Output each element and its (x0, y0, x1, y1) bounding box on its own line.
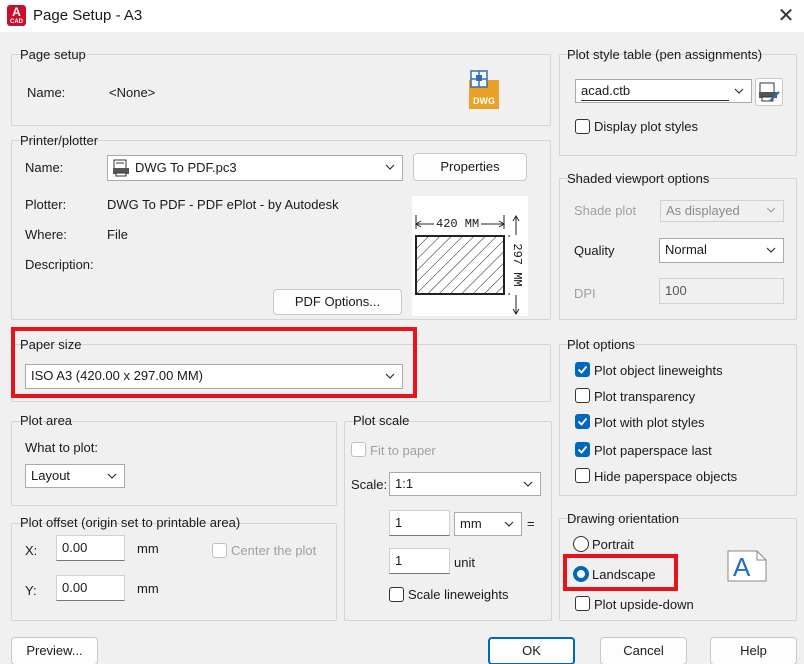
center-plot-label: Center the plot (231, 543, 317, 558)
landscape-highlight (563, 554, 678, 591)
help-button[interactable]: Help (710, 637, 797, 664)
page-setup-name-label: Name: (27, 85, 66, 100)
scale-equals: = (527, 516, 535, 531)
cancel-button[interactable]: Cancel (600, 637, 687, 664)
plot-style-value: acad.ctb (581, 82, 729, 101)
offset-x-label: X: (25, 543, 38, 558)
display-plot-styles-checkbox[interactable] (575, 119, 590, 134)
plotter-value: DWG To PDF - PDF ePlot - by Autodesk (107, 197, 339, 212)
preview-height-label: 297 MM (510, 235, 524, 295)
scale-label: Scale: (351, 477, 388, 492)
properties-button[interactable]: Properties (413, 153, 527, 181)
scale-denominator-input[interactable]: 1 (389, 548, 450, 574)
display-plot-styles-label: Display plot styles (594, 119, 699, 134)
where-label: Where: (25, 227, 67, 242)
offset-x-input[interactable]: 0.00 (56, 535, 125, 561)
paper-size-preview: 420 MM 297 MM (412, 196, 528, 316)
scale-denominator-unit: unit (454, 555, 475, 570)
dpi-input[interactable]: 100 (659, 278, 784, 304)
plot-option-label: Plot transparency (594, 389, 696, 404)
plot-area-heading: Plot area (20, 413, 73, 428)
dpi-label: DPI (574, 286, 596, 301)
plot-option-label: Plot with plot styles (594, 415, 705, 430)
chevron-down-icon (504, 521, 514, 527)
dwg-icon-text: DWG (473, 96, 495, 106)
portrait-label: Portrait (592, 537, 634, 552)
plot-upside-down-checkbox[interactable] (575, 596, 590, 611)
hide-paperspace-objects-checkbox[interactable] (575, 468, 590, 483)
scale-lineweights-checkbox[interactable] (389, 587, 404, 602)
close-icon[interactable]: ✕ (772, 3, 800, 29)
shaded-viewport-heading: Shaded viewport options (567, 171, 710, 186)
orientation-icon-letter: A (733, 552, 751, 582)
window-title: Page Setup - A3 (33, 7, 143, 24)
landscape-orientation-icon: A (727, 550, 767, 582)
scale-dropdown[interactable]: 1:1 (389, 472, 541, 496)
plot-offset-heading: Plot offset (origin set to printable are… (20, 515, 241, 530)
chevron-down-icon (523, 481, 533, 487)
pdf-options-button[interactable]: PDF Options... (273, 289, 402, 315)
chevron-down-icon (766, 247, 776, 253)
chevron-down-icon (766, 207, 776, 213)
autocad-app-icon: A CAD (7, 5, 26, 26)
what-to-plot-value: Layout (31, 468, 71, 483)
portrait-radio[interactable] (573, 536, 589, 552)
plot-object-lineweights-checkbox[interactable] (575, 362, 590, 377)
scale-unit-dropdown[interactable]: mm (454, 512, 522, 536)
plot-paperspace-last-checkbox[interactable] (575, 442, 590, 457)
dwg-file-icon: DWG (468, 70, 500, 110)
page-setup-name-value: <None> (109, 85, 156, 100)
chevron-down-icon (385, 164, 395, 170)
plot-option-label: Plot object lineweights (594, 363, 723, 378)
paper-size-highlight (11, 327, 417, 398)
offset-x-unit: mm (137, 541, 159, 556)
printer-name-dropdown[interactable]: DWG To PDF.pc3 (107, 155, 403, 181)
plot-scale-heading: Plot scale (353, 413, 410, 428)
scale-unit-value: mm (460, 516, 482, 531)
ok-button[interactable]: OK (488, 637, 575, 664)
shade-plot-value: As displayed (666, 203, 740, 218)
what-to-plot-dropdown[interactable]: Layout (25, 464, 125, 488)
description-label: Description: (25, 257, 94, 272)
plotter-icon (112, 159, 130, 180)
preview-button[interactable]: Preview... (11, 637, 98, 664)
printer-plotter-heading: Printer/plotter (20, 133, 99, 148)
where-value: File (107, 227, 128, 242)
quality-label: Quality (574, 243, 615, 258)
printer-name-label: Name: (25, 160, 64, 175)
offset-y-label: Y: (25, 583, 37, 598)
scale-lineweights-label: Scale lineweights (408, 587, 509, 602)
plot-upside-down-label: Plot upside-down (594, 597, 694, 612)
scale-value: 1:1 (395, 476, 414, 491)
chevron-down-icon (107, 473, 117, 479)
offset-y-unit: mm (137, 581, 159, 596)
fit-to-paper-checkbox[interactable] (351, 442, 366, 457)
preview-height-wrap: 297 MM (509, 235, 524, 296)
quality-value: Normal (665, 242, 707, 257)
plot-style-heading: Plot style table (pen assignments) (567, 47, 763, 62)
scale-numerator-input[interactable]: 1 (389, 510, 450, 536)
quality-dropdown[interactable]: Normal (659, 238, 784, 263)
plot-with-plot-styles-checkbox[interactable] (575, 414, 590, 429)
shade-plot-dropdown[interactable]: As displayed (660, 200, 784, 222)
center-plot-checkbox[interactable] (212, 543, 227, 558)
drawing-orientation-heading: Drawing orientation (567, 511, 680, 526)
plot-style-editor-icon (759, 82, 780, 102)
offset-y-input[interactable]: 0.00 (56, 575, 125, 601)
plot-transparency-checkbox[interactable] (575, 388, 590, 403)
plot-options-heading: Plot options (567, 337, 635, 352)
chevron-down-icon (734, 88, 744, 94)
printer-name-value: DWG To PDF.pc3 (135, 160, 237, 175)
plot-option-label: Plot paperspace last (594, 443, 712, 458)
plot-option-label: Hide paperspace objects (594, 469, 738, 484)
what-to-plot-label: What to plot: (25, 440, 98, 455)
plot-style-dropdown[interactable]: acad.ctb (575, 79, 752, 103)
plotter-label: Plotter: (25, 197, 67, 212)
edit-plot-style-button[interactable] (755, 78, 783, 106)
page-setup-heading: Page setup (20, 47, 86, 62)
preview-width-label: 420 MM (434, 217, 482, 231)
fit-to-paper-label: Fit to paper (370, 443, 436, 458)
shade-plot-label: Shade plot (574, 203, 637, 218)
